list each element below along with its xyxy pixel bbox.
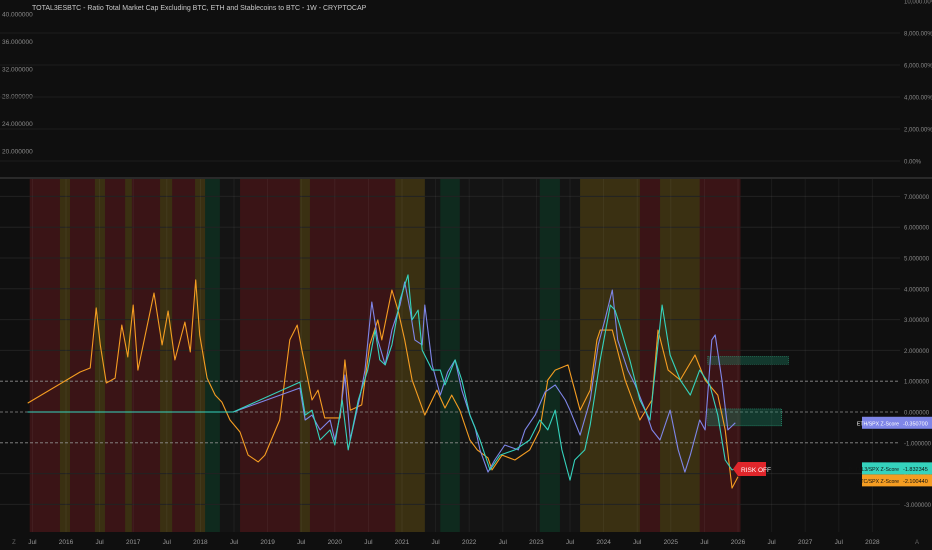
series-name-label: ETH/SPX Z-Score [857,421,899,427]
regime-band-dark [219,179,241,532]
left-axis-tick-label: 36.000000 [2,39,33,46]
x-axis-tick-label: 2022 [462,539,477,546]
series-value-label: -0.350700 [903,421,928,427]
x-axis-tick-label: 2026 [731,539,746,546]
x-axis-tick-label: 2017 [126,539,141,546]
x-axis-tick-label: Jul [767,539,776,546]
x-axis-tick-label: Jul [163,539,172,546]
x-axis-tick-label: Jul [95,539,104,546]
y-axis-tick-label: -1.000000 [904,441,932,447]
y-axis-tick-label: 0.000000 [904,411,930,417]
y-axis-tick-label: -3.000000 [904,503,932,509]
regime-band-red [131,179,161,532]
regime-band-yellow [125,179,133,532]
regime-band-red [639,179,661,532]
right-axis-percent-label: 2,000.00% [904,128,932,134]
regime-band-yellow [580,179,641,532]
series-value-label: -1.832345 [903,467,928,473]
right-axis-percent-label: 4,000.00% [904,96,932,102]
series-value-label: -2.100440 [903,479,928,485]
top-pane-grid: 40.00000036.00000032.00000028.00000024.0… [0,0,932,166]
auto-scale-button: Z [12,540,16,546]
regime-band-yellow [94,179,106,532]
regime-band-green [205,179,221,532]
x-axis-tick-label: Jul [499,539,508,546]
regime-band-yellow [59,179,71,532]
x-axis-tick-label: 2028 [865,539,880,546]
regime-band-dark [424,179,441,532]
x-axis-tick-label: Jul [431,539,440,546]
series-name-label: TOTAL3/SPX Z-Score [848,467,899,473]
y-axis-tick-label: 4.000000 [904,287,930,293]
regime-band-yellow [395,179,426,532]
right-axis-percent-label: 8,000.00% [904,32,932,38]
x-axis-tick-label: 2020 [328,539,343,546]
right-axis-percent-label: 10,000.00% [904,0,932,6]
x-axis-tick-label: Jul [364,539,373,546]
right-axis-percent-label: 6,000.00% [904,64,932,70]
x-axis-tick-label: 2016 [59,539,74,546]
risk-off-badge: RISK OFF [733,462,771,476]
x-axis-tick-label: Jul [633,539,642,546]
x-axis-tick-label: 2018 [193,539,208,546]
x-axis-tick-label: 2019 [260,539,275,546]
y-axis-tick-label: 3.000000 [904,318,930,324]
left-axis-tick-label: 32.000000 [2,66,33,73]
y-axis-tick-label: 2.000000 [904,349,930,355]
x-axis-tick-label: Jul [700,539,709,546]
series-name-label: BTC/SPX Z-Score [857,479,899,485]
x-axis-tick-label: 2024 [596,539,611,546]
regime-band-red [699,179,741,532]
regime-band-red [104,179,126,532]
x-axis-tick-label: Jul [297,539,306,546]
series-value-labels: BTC/SPX Z-Score -2.100440ETH/SPX Z-Score -… [848,416,932,487]
y-axis-tick-label: 1.000000 [904,380,930,386]
x-axis-tick-label: Jul [230,539,239,546]
auto-button: A [915,540,919,546]
regime-band-green [539,179,561,532]
right-axis-percent-label: 0.00% [904,160,922,166]
x-axis-tick-label: 2021 [395,539,410,546]
left-axis-tick-label: 40.000000 [2,12,33,19]
y-axis-tick-label: 5.000000 [904,257,930,263]
x-axis-tick-label: Jul [835,539,844,546]
x-axis-tick-label: Jul [28,539,37,546]
y-axis-tick-label: 7.000000 [904,195,930,201]
chart-title: TOTAL3ESBTC - Ratio Total Market Cap Exc… [32,5,367,12]
risk-off-label: RISK OFF [741,467,771,474]
regime-band-red [29,179,61,532]
left-axis-tick-label: 20.000000 [2,149,33,156]
chart-canvas[interactable]: 40.00000036.00000032.00000028.00000024.0… [0,0,932,550]
y-axis-tick-label: 6.000000 [904,226,930,232]
regime-band-dark [459,179,541,532]
x-axis-tick-label: 2025 [664,539,679,546]
left-axis-tick-label: 24.000000 [2,121,33,128]
regime-band-red [240,179,301,532]
x-axis-tick-label: Jul [566,539,575,546]
regime-band-green [440,179,461,532]
x-axis-tick-label: 2027 [798,539,813,546]
x-axis-tick-label: 2023 [529,539,544,546]
